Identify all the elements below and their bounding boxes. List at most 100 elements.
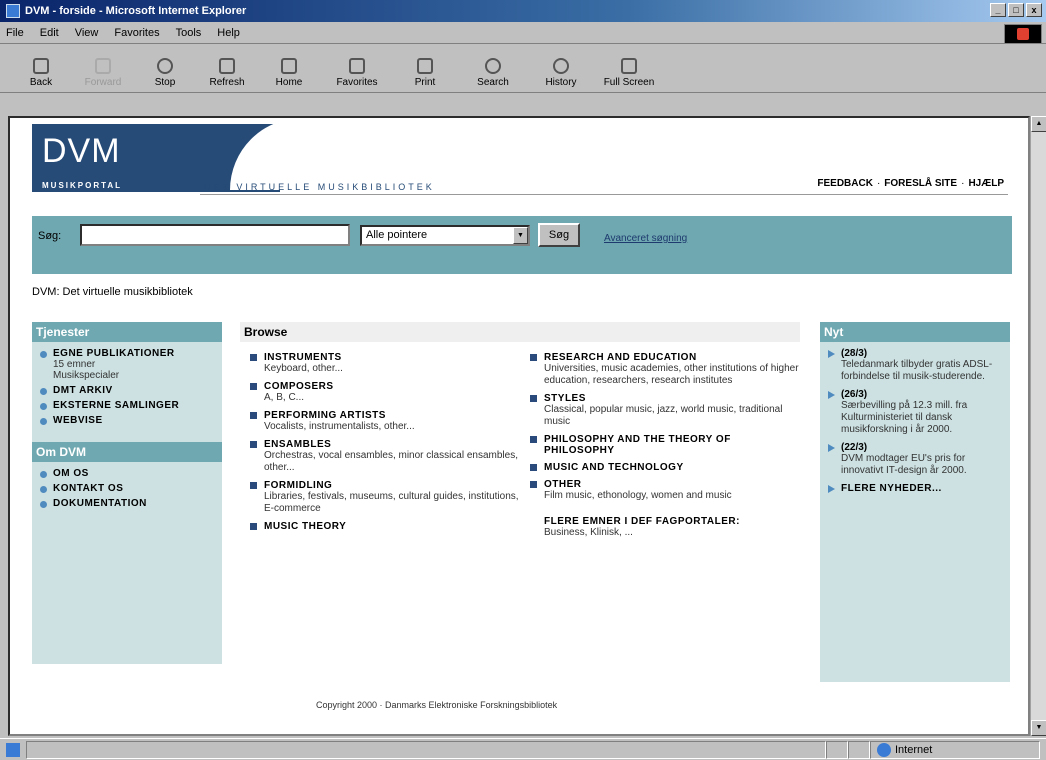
square-bullet-icon	[250, 441, 257, 448]
favorites-button[interactable]: Favorites	[320, 50, 394, 92]
news-item[interactable]: (22/3) DVM modtager EU's pris for innovat…	[828, 442, 1006, 477]
arrow-right-icon	[828, 485, 835, 493]
menu-help[interactable]: Help	[217, 27, 240, 39]
square-bullet-icon	[250, 354, 257, 361]
service-item[interactable]: EGNE PUBLIKATIONER 15 emner Musikspecial…	[40, 348, 218, 381]
advanced-search-link[interactable]: Avanceret søgning	[604, 233, 687, 244]
home-icon	[281, 58, 297, 74]
minimize-button[interactable]: _	[990, 3, 1006, 17]
square-bullet-icon	[530, 395, 537, 402]
about-item[interactable]: OM OS	[40, 468, 218, 479]
scroll-down-icon[interactable]: ▼	[1031, 720, 1046, 736]
forward-button[interactable]: Forward	[72, 50, 134, 92]
browse-item[interactable]: STYLES Classical, popular music, jazz, wo…	[530, 393, 800, 428]
browse-item[interactable]: COMPOSERS A, B, C...	[250, 381, 520, 404]
stop-button[interactable]: Stop	[134, 50, 196, 92]
feedback-link[interactable]: FEEDBACK	[817, 178, 873, 189]
close-button[interactable]: x	[1026, 3, 1042, 17]
bullet-icon	[40, 418, 47, 425]
ie-icon	[6, 4, 20, 18]
news-item[interactable]: (26/3) Særbevilling på 12.3 mill. fra Kul…	[828, 389, 1006, 436]
browse-item[interactable]: ENSAMBLES Orchestras, vocal ensambles, mi…	[250, 439, 520, 474]
header-divider	[200, 194, 1008, 195]
browse-column-2: RESEARCH AND EDUCATION Universities, musi…	[530, 352, 800, 538]
breadcrumb: DVM: Det virtuelle musikbibliotek	[32, 286, 193, 298]
logo-subtitle: MUSIKPORTAL	[42, 181, 123, 190]
home-button[interactable]: Home	[258, 50, 320, 92]
arrow-right-icon	[828, 391, 835, 399]
fullscreen-icon	[621, 58, 637, 74]
site-logo[interactable]: DVM	[42, 132, 121, 171]
browse-item[interactable]: MUSIC AND TECHNOLOGY	[530, 462, 800, 473]
help-link[interactable]: HJÆLP	[968, 178, 1004, 189]
browse-item[interactable]: PERFORMING ARTISTS Vocalists, instrumenta…	[250, 410, 520, 433]
refresh-icon	[219, 58, 235, 74]
search-input[interactable]	[80, 224, 350, 246]
refresh-button[interactable]: Refresh	[196, 50, 258, 92]
site-tagline: DET VIRTUELLE MUSIKBIBLIOTEK	[204, 182, 435, 192]
bullet-icon	[40, 501, 47, 508]
maximize-button[interactable]: □	[1008, 3, 1024, 17]
bullet-icon	[40, 351, 47, 358]
chevron-down-icon: ▼	[513, 227, 528, 244]
square-bullet-icon	[250, 523, 257, 530]
security-zone: Internet	[870, 740, 1040, 759]
back-button[interactable]: Back	[10, 50, 72, 92]
scroll-up-icon[interactable]: ▲	[1031, 116, 1046, 132]
back-arrow-icon	[33, 58, 49, 74]
news-item[interactable]: (28/3) Teledanmark tilbyder gratis ADSL-f…	[828, 348, 1006, 383]
windows-logo-icon	[1004, 24, 1042, 44]
browse-item[interactable]: INSTRUMENTS Keyboard, other...	[250, 352, 520, 375]
history-button[interactable]: History	[530, 50, 592, 92]
menu-file[interactable]: File	[6, 27, 24, 39]
browse-item[interactable]: FORMIDLING Libraries, festivals, museums,…	[250, 480, 520, 515]
search-submit-button[interactable]: Søg	[538, 223, 580, 247]
vertical-scrollbar[interactable]: ▲ ▼	[1030, 116, 1046, 736]
top-links: FEEDBACK · FORESLÅ SITE · HJÆLP	[817, 178, 1004, 189]
about-item[interactable]: KONTAKT OS	[40, 483, 218, 494]
service-item[interactable]: DMT ARKIV	[40, 385, 218, 396]
browse-item[interactable]: OTHER Film music, ethonology, women and m…	[530, 479, 800, 502]
arrow-right-icon	[828, 444, 835, 452]
search-bar: Søg: Alle pointere ▼ Søg Avanceret søgni…	[32, 216, 1012, 274]
menu-favorites[interactable]: Favorites	[114, 27, 159, 39]
print-icon	[417, 58, 433, 74]
fullscreen-button[interactable]: Full Screen	[592, 50, 666, 92]
history-icon	[553, 58, 569, 74]
browse-item[interactable]: PHILOSOPHY AND THE THEORY OF PHILOSOPHY	[530, 434, 800, 456]
menu-bar: File Edit View Favorites Tools Help	[0, 22, 1046, 44]
more-news-link[interactable]: FLERE NYHEDER...	[828, 483, 1006, 494]
bullet-icon	[40, 403, 47, 410]
square-bullet-icon	[250, 412, 257, 419]
square-bullet-icon	[530, 481, 537, 488]
news-sidebar: Nyt (28/3) Teledanmark tilbyder gratis AD…	[820, 322, 1010, 682]
about-item[interactable]: DOKUMENTATION	[40, 498, 218, 509]
suggest-site-link[interactable]: FORESLÅ SITE	[884, 178, 957, 189]
favorites-icon	[349, 58, 365, 74]
left-sidebar: Tjenester EGNE PUBLIKATIONER 15 emner Mu…	[32, 322, 222, 664]
square-bullet-icon	[530, 464, 537, 471]
menu-edit[interactable]: Edit	[40, 27, 59, 39]
stop-icon	[157, 58, 173, 74]
search-button[interactable]: Search	[456, 50, 530, 92]
browse-item[interactable]: RESEARCH AND EDUCATION Universities, musi…	[530, 352, 800, 387]
square-bullet-icon	[530, 436, 537, 443]
search-scope-select[interactable]: Alle pointere ▼	[360, 225, 530, 246]
service-item[interactable]: WEBVISE	[40, 415, 218, 426]
browse-item[interactable]: MUSIC THEORY	[250, 521, 520, 532]
more-subjects[interactable]: FLERE EMNER I DEF FAGPORTALER: Business,…	[544, 516, 800, 538]
page-viewport: DVM MUSIKPORTAL DET VIRTUELLE MUSIKBIBLI…	[8, 116, 1030, 736]
menu-tools[interactable]: Tools	[176, 27, 202, 39]
print-button[interactable]: Print	[394, 50, 456, 92]
menu-view[interactable]: View	[75, 27, 99, 39]
service-item[interactable]: EKSTERNE SAMLINGER	[40, 400, 218, 411]
news-heading: Nyt	[820, 322, 1010, 342]
bullet-icon	[40, 486, 47, 493]
page-header: DVM MUSIKPORTAL DET VIRTUELLE MUSIKBIBLI…	[10, 118, 1012, 198]
square-bullet-icon	[530, 354, 537, 361]
square-bullet-icon	[250, 383, 257, 390]
arrow-right-icon	[828, 350, 835, 358]
globe-icon	[877, 742, 891, 757]
bullet-icon	[40, 471, 47, 478]
browser-toolbar: Back Forward Stop Refresh Home Favorites…	[0, 45, 1046, 93]
